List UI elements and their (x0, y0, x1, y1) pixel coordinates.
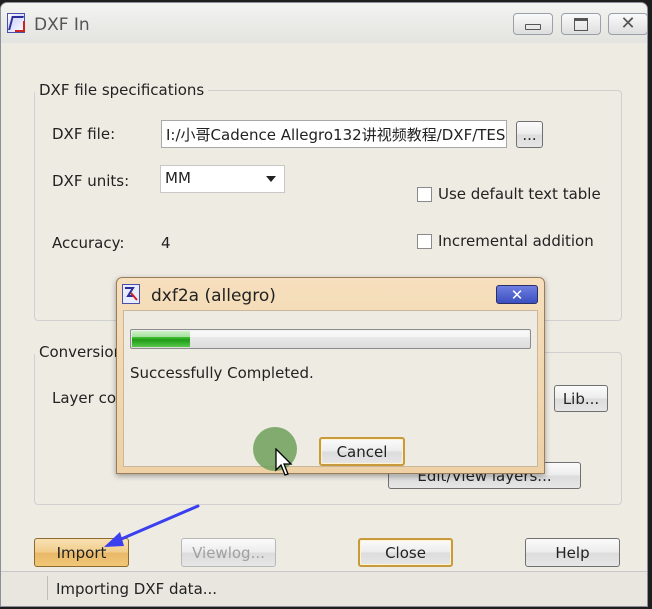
dialog-title: dxf2a (allegro) (151, 286, 276, 306)
dxf2a-progress-dialog: dxf2a (allegro) ✕ Successfully Completed… (116, 277, 545, 474)
minimize-button[interactable] (513, 13, 553, 35)
status-bar: Importing DXF data... (1, 571, 647, 606)
dxf-file-label: DXF file: (52, 125, 116, 143)
progress-highlight (132, 331, 529, 337)
use-default-text-table-checkbox[interactable] (417, 187, 432, 202)
dialog-body: Successfully Completed. Cancel (123, 310, 538, 467)
minimize-icon (525, 24, 541, 30)
maximize-button[interactable] (561, 13, 601, 35)
accuracy-value[interactable]: 4 (161, 234, 171, 252)
viewlog-button[interactable]: Viewlog... (181, 538, 276, 567)
help-button[interactable]: Help (525, 538, 620, 567)
app-icon (122, 284, 140, 304)
mouse-pointer-icon (275, 448, 293, 476)
app-icon (7, 13, 25, 33)
dxf-units-label: DXF units: (52, 172, 130, 190)
specs-legend: DXF file specifications (39, 81, 205, 99)
dialog-message: Successfully Completed. (130, 364, 314, 382)
window-title: DXF In (34, 15, 90, 35)
dialog-close-button[interactable]: ✕ (496, 285, 538, 304)
status-text: Importing DXF data... (56, 580, 218, 598)
dxf-units-value: MM (165, 169, 191, 187)
accuracy-label: Accuracy: (52, 234, 125, 252)
title-bar[interactable]: DXF In ✕ (1, 3, 647, 43)
conversion-legend: Conversion (39, 343, 124, 361)
close-icon: ✕ (620, 13, 636, 34)
close-button[interactable]: Close (358, 538, 453, 567)
browse-button[interactable]: ... (516, 121, 543, 148)
close-window-button[interactable]: ✕ (608, 13, 647, 35)
dxf-units-select[interactable]: MM (160, 165, 285, 193)
maximize-icon (574, 17, 588, 31)
status-separator (47, 576, 48, 600)
import-button[interactable]: Import (34, 538, 129, 567)
layer-conversion-label: Layer cor (52, 389, 123, 407)
lib-button[interactable]: Lib... (554, 385, 608, 412)
close-icon: ✕ (510, 285, 524, 304)
progress-bar (130, 329, 531, 349)
cancel-button[interactable]: Cancel (319, 437, 405, 466)
dxf-file-input[interactable]: I:/小哥Cadence Allegro132讲视频教程/DXF/TES (161, 120, 507, 148)
use-default-text-table-label[interactable]: Use default text table (438, 185, 601, 203)
incremental-addition-checkbox[interactable] (417, 234, 432, 249)
chevron-down-icon (266, 176, 276, 182)
incremental-addition-label[interactable]: Incremental addition (438, 232, 594, 250)
